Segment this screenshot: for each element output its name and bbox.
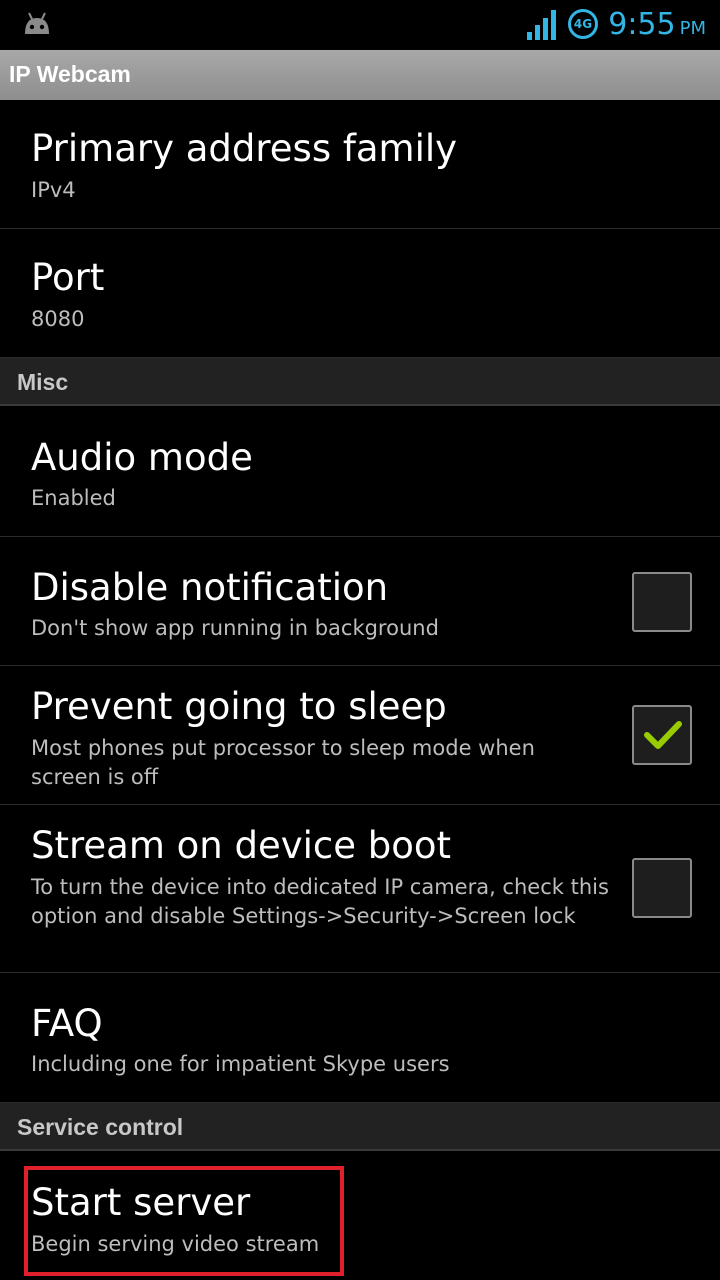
- pref-audio-mode[interactable]: Audio mode Enabled: [0, 406, 720, 537]
- pref-title: Prevent going to sleep: [31, 685, 447, 728]
- pref-title: Audio mode: [31, 436, 253, 479]
- network-icon: 4G: [568, 9, 598, 39]
- pref-title: Disable notification: [31, 566, 389, 609]
- pref-title: Primary address family: [31, 127, 458, 170]
- pref-prevent-sleep[interactable]: Prevent going to sleep Most phones put p…: [0, 666, 720, 805]
- highlight-box: [24, 1166, 344, 1276]
- pref-stream-on-boot[interactable]: Stream on device boot To turn the device…: [0, 805, 720, 973]
- pref-summary: 8080: [31, 307, 85, 331]
- pref-title: FAQ: [31, 1002, 103, 1045]
- stream-on-boot-checkbox[interactable]: [632, 858, 692, 918]
- disable-notification-checkbox[interactable]: [632, 572, 692, 632]
- pref-title: Port: [31, 256, 105, 299]
- pref-summary: Most phones put processor to sleep mode …: [31, 736, 535, 789]
- clock-ampm: PM: [679, 18, 706, 39]
- pref-title: Stream on device boot: [31, 824, 452, 867]
- pref-summary: Including one for impatient Skype users: [31, 1052, 450, 1076]
- title-bar: IP Webcam: [0, 50, 720, 100]
- section-header-service-control: Service control: [0, 1103, 720, 1151]
- pref-summary: IPv4: [31, 178, 76, 202]
- checkmark-icon: [644, 721, 682, 749]
- pref-port[interactable]: Port 8080: [0, 229, 720, 358]
- section-header-label: Service control: [17, 1114, 184, 1140]
- clock-time: 9:55: [608, 7, 676, 42]
- pref-summary: Enabled: [31, 486, 116, 510]
- android-icon: [25, 12, 49, 34]
- app-title: IP Webcam: [9, 61, 131, 87]
- pref-primary-address-family[interactable]: Primary address family IPv4: [0, 100, 720, 229]
- signal-icon: [527, 10, 556, 40]
- status-bar: 4G 9:55 PM: [0, 0, 720, 50]
- prevent-sleep-checkbox[interactable]: [632, 705, 692, 765]
- section-header-misc: Misc: [0, 358, 720, 406]
- pref-summary: Don't show app running in background: [31, 616, 439, 640]
- section-header-label: Misc: [17, 369, 69, 395]
- pref-summary: To turn the device into dedicated IP cam…: [31, 875, 609, 928]
- pref-faq[interactable]: FAQ Including one for impatient Skype us…: [0, 973, 720, 1103]
- pref-disable-notification[interactable]: Disable notification Don't show app runn…: [0, 537, 720, 666]
- clock: 9:55 PM: [608, 7, 706, 42]
